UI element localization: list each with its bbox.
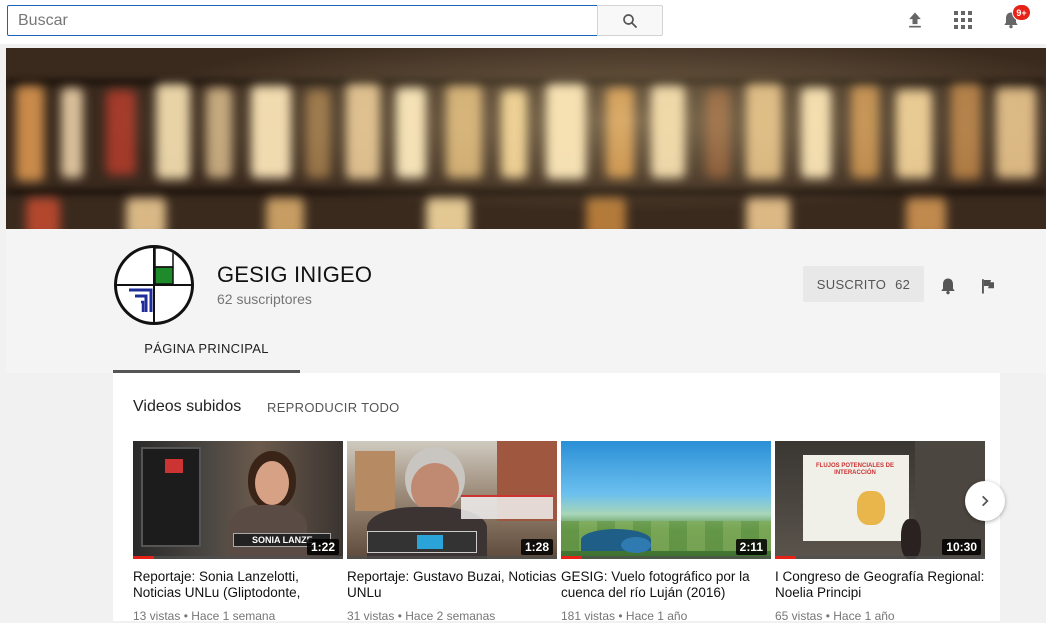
video-card[interactable]: 1:28 Reportaje: Gustavo Buzai, Noticias … xyxy=(347,441,557,623)
slide-title: FLUJOS POTENCIALES DE INTERACCIÓN xyxy=(815,463,894,476)
video-duration: 1:28 xyxy=(520,539,553,555)
video-card[interactable]: FLUJOS POTENCIALES DE INTERACCIÓN 10:30 … xyxy=(775,441,985,623)
notification-badge: 9+ xyxy=(1012,4,1031,21)
video-thumbnail[interactable]: 1:28 xyxy=(347,441,557,559)
subscribed-count: 62 xyxy=(895,276,911,292)
video-duration: 10:30 xyxy=(942,539,981,555)
video-thumbnail[interactable]: SONIA LANZE 1:22 xyxy=(133,441,343,559)
upload-button[interactable] xyxy=(903,8,927,32)
subscribed-label: SUSCRITO xyxy=(816,276,887,292)
flag-icon xyxy=(982,279,994,294)
channel-banner xyxy=(6,48,1046,229)
top-bar: 9+ xyxy=(0,0,1046,44)
video-card[interactable]: SONIA LANZE 1:22 Reportaje: Sonia Lanzel… xyxy=(133,441,343,623)
carousel-next-button[interactable] xyxy=(965,481,1005,521)
video-title[interactable]: Reportaje: Sonia Lanzelotti, Noticias UN… xyxy=(133,569,343,601)
gesig-logo-icon xyxy=(117,248,191,322)
search-button[interactable] xyxy=(597,5,663,36)
search-input[interactable] xyxy=(7,5,598,36)
video-duration: 2:11 xyxy=(735,539,767,555)
video-title[interactable]: I Congreso de Geografía Regional: Noelia… xyxy=(775,569,985,601)
video-title[interactable]: Reportaje: Gustavo Buzai, Noticias UNLu xyxy=(347,569,557,601)
section-title[interactable]: Videos subidos xyxy=(133,398,241,416)
video-card[interactable]: 2:11 GESIG: Vuelo fotográfico por la cue… xyxy=(561,441,771,623)
channel-header: GESIG INIGEO 62 suscriptores SUSCRITO 62… xyxy=(6,229,1046,373)
report-button[interactable] xyxy=(976,274,1000,298)
channel-logo[interactable] xyxy=(114,245,194,325)
notification-settings-button[interactable] xyxy=(936,274,960,298)
left-gutter xyxy=(0,373,6,621)
play-all-button[interactable]: REPRODUCIR TODO xyxy=(267,400,400,415)
video-title[interactable]: GESIG: Vuelo fotográfico por la cuenca d… xyxy=(561,569,771,601)
search-icon xyxy=(623,13,637,28)
apps-grid-icon xyxy=(954,11,972,29)
bell-icon xyxy=(941,278,955,295)
uploads-section: Videos subidos REPRODUCIR TODO SONIA LAN… xyxy=(113,373,1000,623)
apps-button[interactable] xyxy=(951,8,975,32)
video-thumbnail[interactable]: FLUJOS POTENCIALES DE INTERACCIÓN 10:30 xyxy=(775,441,985,559)
channel-title: GESIG INIGEO xyxy=(217,262,373,287)
subscribed-button[interactable]: SUSCRITO 62 xyxy=(803,266,924,302)
video-duration: 1:22 xyxy=(306,539,339,555)
tab-home[interactable]: PÁGINA PRINCIPAL xyxy=(113,327,300,373)
chevron-right-icon xyxy=(982,495,989,507)
upload-icon xyxy=(909,12,921,28)
subscriber-count: 62 suscriptores xyxy=(217,291,312,307)
video-thumbnail[interactable]: 2:11 xyxy=(561,441,771,559)
